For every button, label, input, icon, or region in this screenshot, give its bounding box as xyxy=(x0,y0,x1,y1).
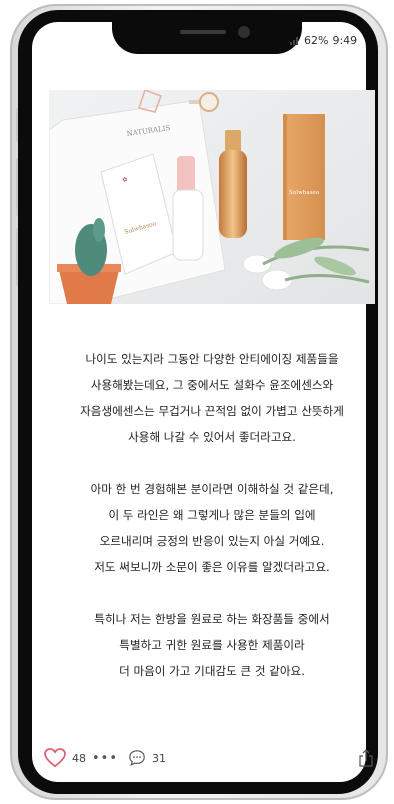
comment-count: 31 xyxy=(152,751,167,765)
comment-icon[interactable] xyxy=(128,749,146,767)
battery-level: 62% xyxy=(304,33,329,47)
signal-icon xyxy=(290,35,300,45)
post-line: 자음생에센스는 무겁거나 끈적임 없이 가볍고 산뜻하게 xyxy=(80,404,344,418)
post-line: 이 두 라인은 왜 그렇게나 많은 분들의 입에 xyxy=(108,508,316,522)
like-count: 48 xyxy=(72,751,86,765)
status-bar: 62% 9:49 xyxy=(290,30,374,50)
cosmetics-photo-illustration: NATURALIS Sulwhasoo ✿ Sulwhasoo xyxy=(49,90,375,304)
post-photo[interactable]: NATURALIS Sulwhasoo ✿ Sulwhasoo xyxy=(49,90,375,304)
post-line: 사용해봤는데요, 그 중에서도 설화수 윤조에센스와 xyxy=(90,378,334,392)
speaker-grill xyxy=(180,30,226,34)
post-line: 저도 써보니까 소문이 좋은 이유를 알겠더라고요. xyxy=(94,560,330,574)
orange-box-brand: Sulwhasoo xyxy=(289,190,320,196)
post-line: 오르내리며 긍정의 반응이 있는지 아실 거예요. xyxy=(99,534,325,548)
heart-icon[interactable] xyxy=(44,748,66,768)
post-line: 특히나 저는 한방을 원료로 하는 화장품들 중에서 xyxy=(94,612,330,626)
share-icon[interactable] xyxy=(358,749,374,767)
phone-notch xyxy=(112,12,302,54)
more-options-icon[interactable]: ••• xyxy=(92,751,118,766)
post-action-bar: 48 ••• 31 xyxy=(44,744,380,772)
post-line: 특별하고 귀한 원료를 사용한 제품이라 xyxy=(119,638,305,652)
post-line: 나이도 있는지라 그동안 다양한 안티에이징 제품들을 xyxy=(85,352,339,366)
app-stage: 62% 9:49 NATURALIS Sulwhasoo ✿ Sulwhasoo… xyxy=(0,0,394,804)
post-line: 아마 한 번 경험해본 분이라면 이해하실 것 같은데, xyxy=(90,482,334,496)
post-line: 더 마음이 가고 기대감도 큰 것 같아요. xyxy=(119,664,305,678)
clock: 9:49 xyxy=(332,33,358,47)
front-camera xyxy=(238,26,250,38)
post-body: 나이도 있는지라 그동안 다양한 안티에이징 제품들을 사용해봤는데요, 그 중… xyxy=(48,346,376,684)
post-line: 사용해 나갈 수 있어서 좋더라고요. xyxy=(128,430,296,444)
